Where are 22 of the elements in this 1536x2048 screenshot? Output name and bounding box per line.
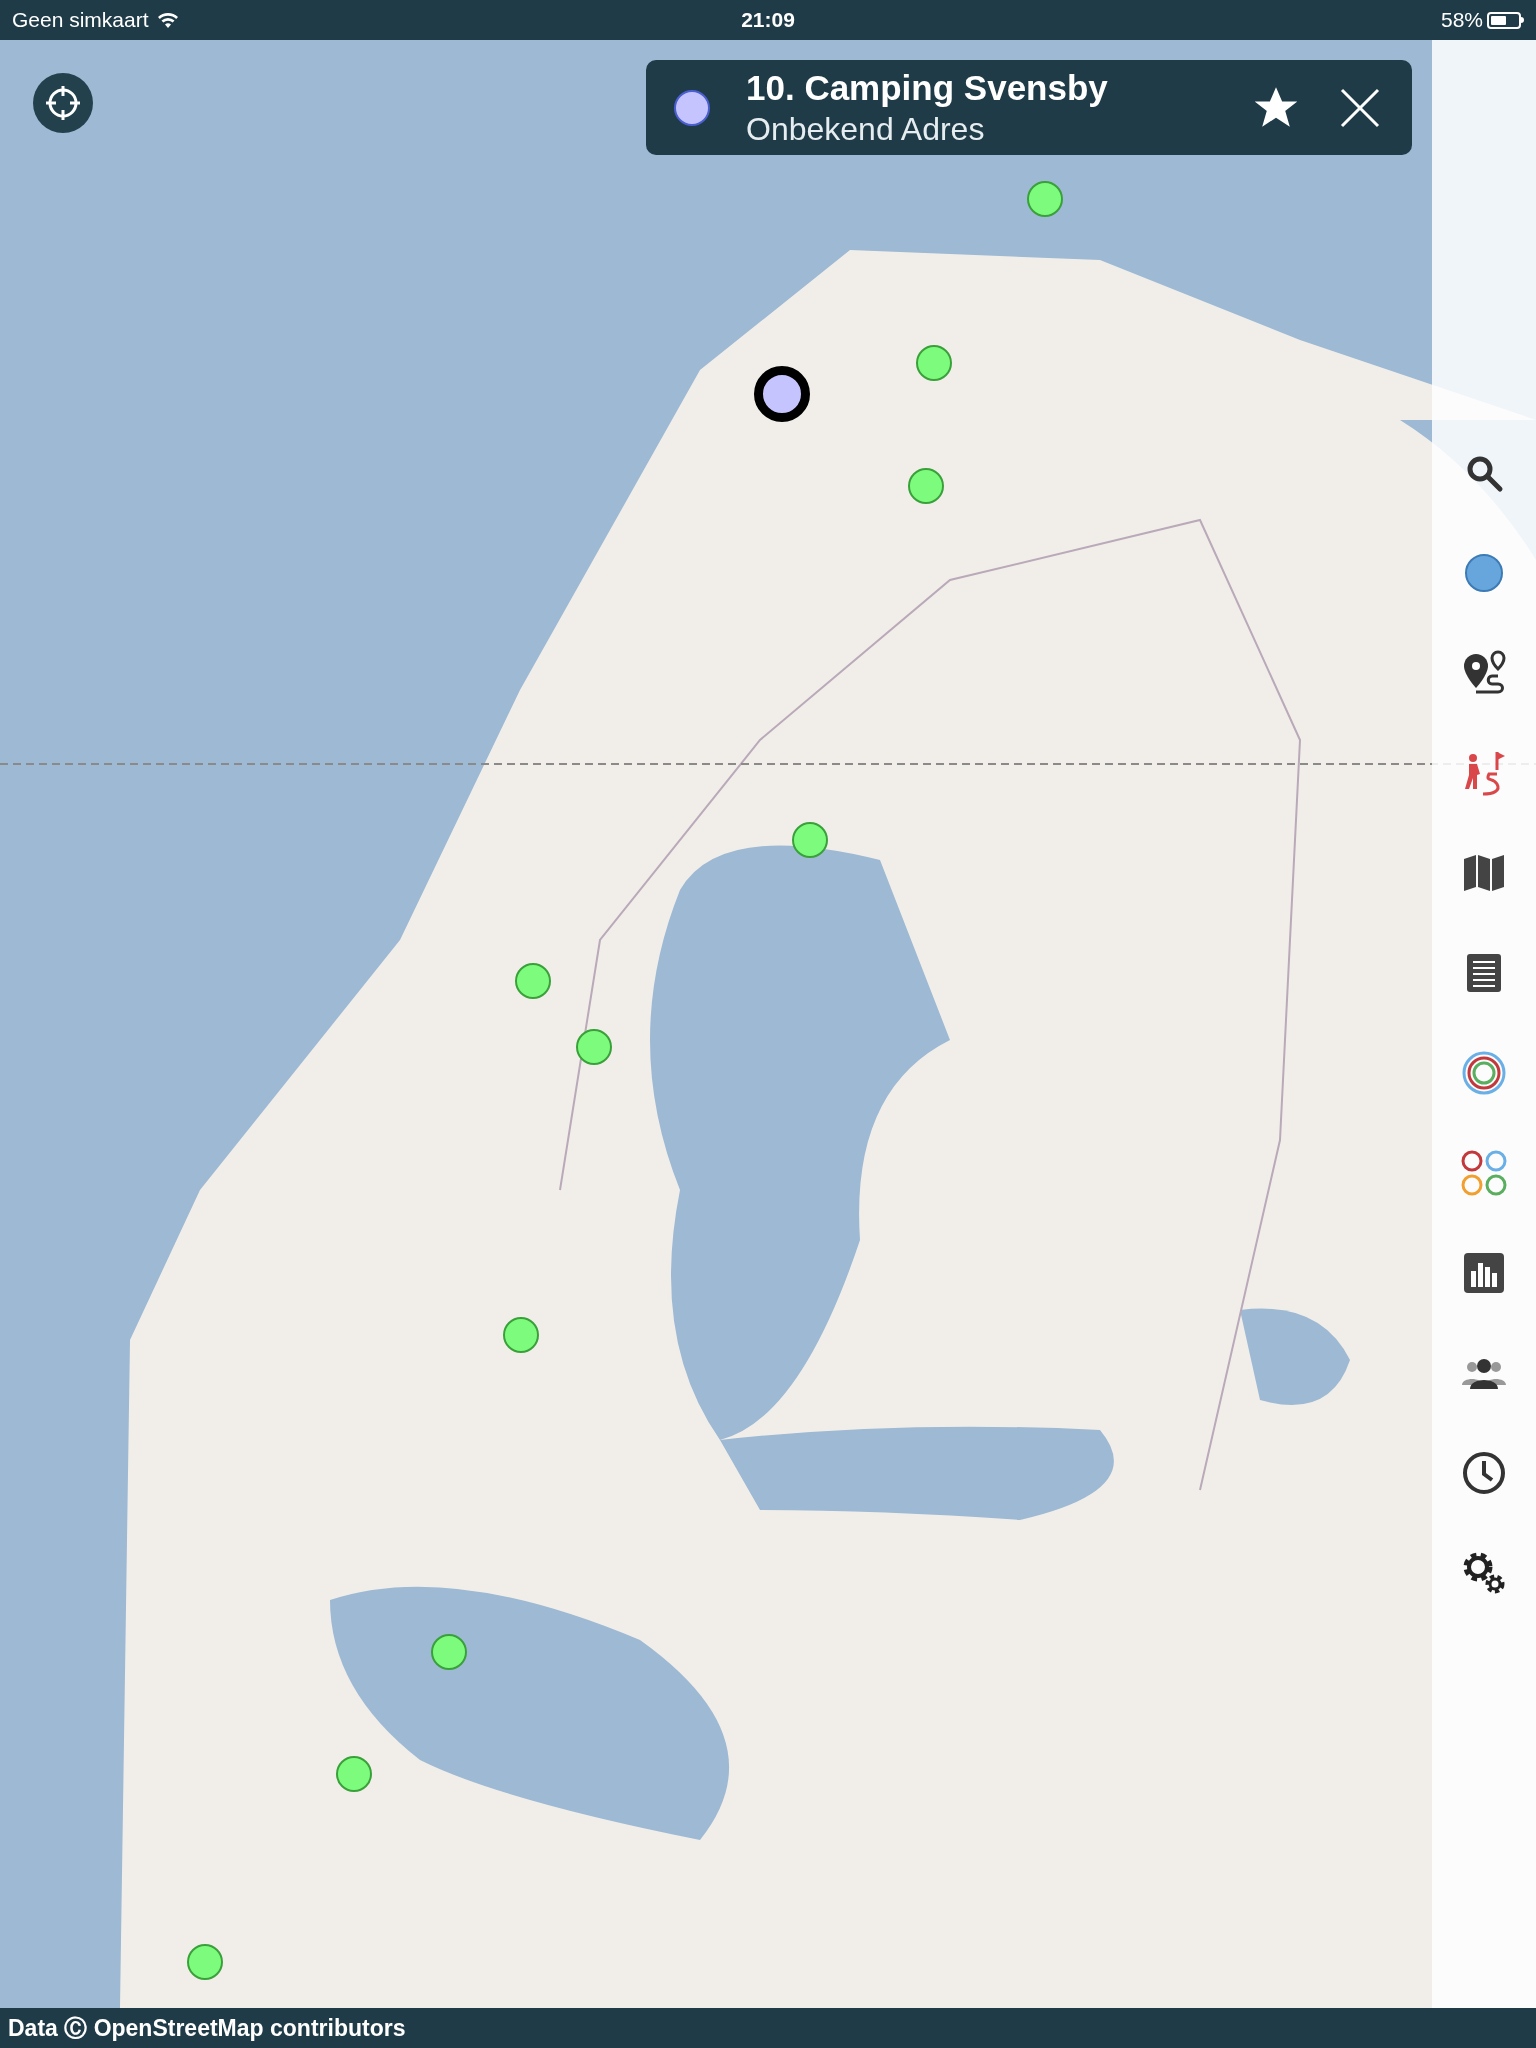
clock-text: 21:09 — [741, 7, 795, 34]
place-address: Onbekend Adres — [746, 110, 986, 150]
battery-icon — [1487, 11, 1524, 29]
four-circles-icon — [1460, 1149, 1508, 1197]
buildings-icon — [1464, 1253, 1504, 1293]
rings-icon — [1461, 1050, 1507, 1096]
list-icon — [1466, 953, 1502, 993]
settings-icon — [1461, 1550, 1507, 1596]
groups-button[interactable] — [1460, 1149, 1508, 1197]
close-icon — [1339, 86, 1381, 129]
carrier-text: Geen simkaart — [12, 7, 149, 34]
folded-map-icon — [1462, 853, 1506, 893]
layers-button[interactable] — [1460, 1049, 1508, 1097]
attribution-text: Data Ⓒ OpenStreetMap contributors — [8, 2013, 406, 2043]
place-title: 10. Camping Svensby — [746, 66, 1109, 109]
people-icon — [1462, 1357, 1506, 1389]
clock-icon — [1462, 1451, 1506, 1495]
crosshair-icon — [43, 83, 83, 123]
history-button[interactable] — [1460, 1449, 1508, 1497]
battery-text: 58% — [1440, 7, 1483, 34]
circle-icon — [1464, 553, 1504, 593]
wifi-icon — [156, 12, 179, 28]
